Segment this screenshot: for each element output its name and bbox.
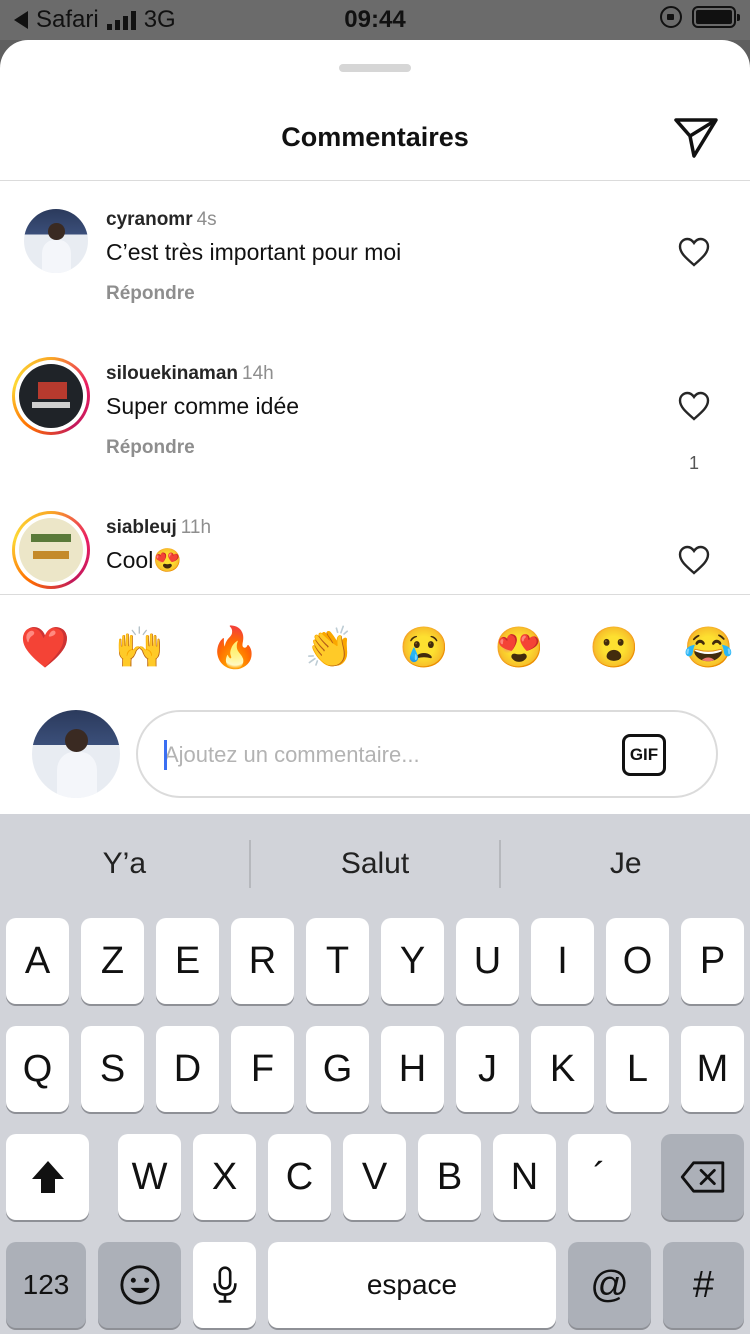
current-user-avatar [32, 710, 120, 798]
suggestion-item[interactable]: Je [501, 814, 750, 912]
avatar[interactable] [12, 357, 90, 435]
comment-item: siableuj 11h Cool😍 [0, 489, 750, 594]
clock: 09:44 [344, 6, 406, 33]
comment-text: Super comme idée [106, 393, 300, 419]
at-key[interactable]: @ [568, 1242, 651, 1328]
sheet-title: Commentaires [281, 122, 469, 152]
emoji-heart-button[interactable]: ❤️ [20, 624, 70, 672]
emoji-raised-hands-button[interactable]: 🙌 [115, 624, 165, 672]
hash-key[interactable]: # [663, 1242, 744, 1328]
emoji-crying-button[interactable]: 😢 [399, 624, 449, 672]
key[interactable]: R [231, 918, 294, 1004]
key[interactable]: ´ [568, 1134, 631, 1220]
dictation-key[interactable] [193, 1242, 256, 1328]
microphone-icon [212, 1266, 237, 1303]
text-cursor [164, 740, 167, 770]
heart-icon[interactable] [678, 545, 710, 575]
key[interactable]: K [531, 1026, 594, 1112]
key[interactable]: Z [81, 918, 144, 1004]
key[interactable]: V [343, 1134, 406, 1220]
emoji-keyboard-key[interactable] [98, 1242, 181, 1328]
suggestion-item[interactable]: Y’a [0, 814, 249, 912]
comment-time: 11h [180, 517, 212, 538]
comments-list[interactable]: cyranomr 4s C’est très important pour moi… [0, 181, 750, 594]
predictive-bar: Y’a Salut Je [0, 814, 750, 912]
key[interactable]: D [156, 1026, 219, 1112]
emoji-surprised-button[interactable]: 😮 [589, 624, 639, 672]
comment-input[interactable]: Ajoutez un commentaire... GIF [136, 710, 718, 798]
emoji-laughing-button[interactable]: 😂 [684, 624, 734, 672]
key[interactable]: N [493, 1134, 556, 1220]
reply-button[interactable]: Répondre [106, 283, 195, 305]
comment-username[interactable]: siableuj [106, 517, 177, 538]
key[interactable]: P [681, 918, 744, 1004]
space-key[interactable]: espace [268, 1242, 556, 1328]
key[interactable]: B [418, 1134, 481, 1220]
battery-icon [692, 6, 740, 28]
paper-plane-icon[interactable] [672, 112, 720, 160]
key[interactable]: Q [6, 1026, 69, 1112]
key[interactable]: Y [381, 918, 444, 1004]
heart-icon[interactable] [678, 237, 710, 267]
heart-icon[interactable] [678, 391, 710, 421]
key[interactable]: F [231, 1026, 294, 1112]
comment-username[interactable]: cyranomr [106, 209, 193, 230]
key[interactable]: S [81, 1026, 144, 1112]
emoji-fire-button[interactable]: 🔥 [210, 624, 260, 672]
key[interactable]: L [606, 1026, 669, 1112]
divider [0, 594, 750, 595]
backspace-key[interactable] [661, 1134, 744, 1220]
comment-item: cyranomr 4s C’est très important pour moi… [0, 181, 750, 331]
key[interactable]: A [6, 918, 69, 1004]
key[interactable]: W [118, 1134, 181, 1220]
shift-key[interactable] [6, 1134, 89, 1220]
emoji-heart-eyes-button[interactable]: 😍 [494, 624, 544, 672]
backspace-icon [680, 1161, 724, 1193]
key[interactable]: M [681, 1026, 744, 1112]
reply-button[interactable]: Répondre [106, 437, 195, 459]
comment-text: Cool😍 [106, 547, 182, 573]
quick-emoji-bar: ❤️ 🙌 🔥 👏 😢 😍 😮 😂 [20, 624, 734, 672]
comment-time: 14h [242, 363, 274, 384]
key[interactable]: E [156, 918, 219, 1004]
key[interactable]: X [193, 1134, 256, 1220]
key[interactable]: I [531, 918, 594, 1004]
comment-text: C’est très important pour moi [106, 239, 402, 265]
comment-input-placeholder: Ajoutez un commentaire... [164, 742, 420, 767]
avatar[interactable] [24, 209, 88, 273]
sheet-grabber[interactable] [339, 64, 411, 72]
shift-arrow-icon [31, 1161, 64, 1193]
numbers-key[interactable]: 123 [6, 1242, 86, 1328]
comment-username[interactable]: silouekinaman [106, 363, 238, 384]
comments-sheet: Commentaires cyranomr 4s C’est très impor… [0, 40, 750, 814]
key[interactable]: G [306, 1026, 369, 1112]
orientation-lock-icon [660, 6, 682, 28]
like-count[interactable]: 1 [674, 453, 714, 474]
keyboard: Y’a Salut Je A Z E R T Y U I O P Q S D F… [0, 814, 750, 1334]
status-bar: Safari 3G 09:44 [0, 0, 750, 40]
suggestion-item[interactable]: Salut [251, 814, 500, 912]
comment-item: silouekinaman 14h Super comme idée Répond… [0, 335, 750, 485]
emoji-clap-button[interactable]: 👏 [305, 624, 355, 672]
key[interactable]: U [456, 918, 519, 1004]
comment-time: 4s [196, 209, 217, 230]
key[interactable]: T [306, 918, 369, 1004]
avatar[interactable] [12, 511, 90, 589]
smiley-icon [119, 1265, 160, 1305]
key[interactable]: C [268, 1134, 331, 1220]
gif-button[interactable]: GIF [622, 734, 666, 776]
key[interactable]: H [381, 1026, 444, 1112]
key[interactable]: O [606, 918, 669, 1004]
key[interactable]: J [456, 1026, 519, 1112]
